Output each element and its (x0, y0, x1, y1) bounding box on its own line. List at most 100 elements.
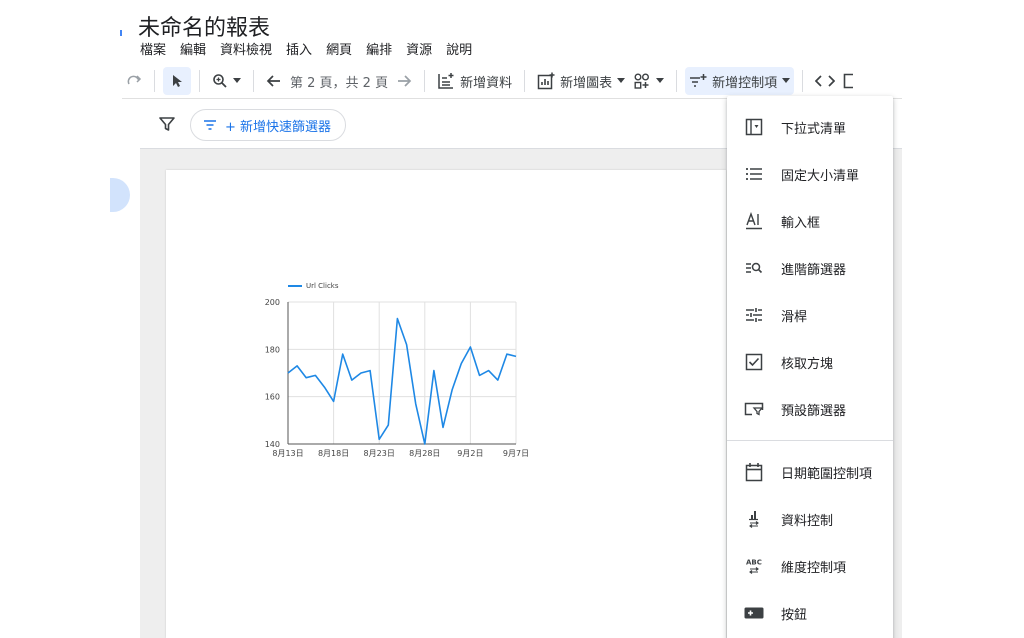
menu-item-label: 輸入框 (781, 215, 821, 231)
toolbar-divider (199, 70, 200, 92)
checkbox-icon (743, 352, 765, 372)
filter-icon[interactable] (158, 115, 176, 133)
menu-item-preset-filter[interactable]: 預設篩選器 (727, 389, 893, 429)
toolbar-divider (676, 70, 678, 92)
menu-help[interactable]: 說明 (446, 39, 472, 58)
embed-code-button[interactable] (811, 67, 839, 95)
add-chart-icon (537, 72, 555, 90)
chevron-down-icon (617, 78, 626, 83)
dimension-control-icon: ABC (743, 556, 765, 576)
next-page-button[interactable] (392, 67, 416, 95)
add-chart-button[interactable]: 新增圖表 (533, 67, 629, 95)
fixed-list-icon (743, 164, 765, 184)
filter-lines-icon (204, 120, 216, 130)
add-data-icon (438, 73, 454, 89)
image-button[interactable] (839, 67, 854, 95)
menu-item-date-range[interactable]: 日期範圍控制項 (727, 452, 893, 492)
toolbar-divider (253, 70, 254, 92)
menu-item-data-control[interactable]: 資料控制 (727, 499, 893, 539)
report-title[interactable]: 未命名的報表 (138, 10, 270, 42)
left-accent-mark (120, 30, 122, 36)
menu-item-dropdown-list[interactable]: 下拉式清單 (727, 107, 893, 147)
advanced-filter-icon (743, 258, 765, 278)
menu-item-label: 維度控制項 (781, 560, 847, 576)
y-tick-label: 160 (265, 393, 280, 402)
page-indicator: 第 2 頁，共 2 頁 (290, 75, 389, 91)
arrow-left-icon (266, 75, 280, 87)
menu-item-label: 進階篩選器 (781, 262, 847, 278)
button-icon (743, 603, 765, 623)
add-data-button[interactable]: 新增資料 (433, 67, 516, 95)
toolbar: 第 2 頁，共 2 頁 新增資料 新增圖表 新增控制項 (122, 64, 902, 98)
y-tick-label: 180 (265, 345, 280, 354)
input-box-icon (743, 211, 765, 231)
add-chart-label: 新增圖表 (560, 75, 613, 91)
toolbar-divider (802, 70, 804, 92)
menu-item-label: 下拉式清單 (781, 121, 847, 137)
menu-item-label: 按鈕 (781, 607, 808, 623)
x-tick-label: 8月13日 (272, 449, 303, 458)
chevron-down-icon (656, 78, 665, 83)
menu-item-checkbox[interactable]: 核取方塊 (727, 342, 893, 382)
cursor-icon (173, 75, 182, 87)
dropdown-list-icon (743, 117, 765, 137)
add-data-label: 新增資料 (460, 75, 513, 91)
menu-item-dimension-control[interactable]: ABC 維度控制項 (727, 546, 893, 586)
arrow-right-icon (398, 75, 412, 87)
menu-item-label: 日期範圍控制項 (781, 466, 873, 482)
add-control-button[interactable]: 新增控制項 (685, 67, 795, 95)
preset-filter-icon (743, 399, 765, 419)
menu-file[interactable]: 檔案 (140, 39, 166, 58)
menu-item-label: 預設篩選器 (781, 403, 847, 419)
zoom-button[interactable] (208, 67, 245, 95)
menu-resource[interactable]: 資源 (406, 39, 432, 58)
y-tick-label: 140 (265, 440, 280, 449)
redo-button[interactable] (122, 67, 146, 95)
x-tick-label: 8月28日 (409, 449, 440, 458)
chart-plot: 140 160 180 200 8月13日 8月18日 8月23日 8月28日 9月2日 9月7日 (265, 298, 529, 458)
toolbar-divider (524, 70, 526, 92)
menu-item-input-box[interactable]: 輸入框 (727, 201, 893, 241)
slider-icon (743, 305, 765, 325)
menu-item-advanced-filter[interactable]: 進階篩選器 (727, 248, 893, 288)
menu-arrange[interactable]: 編排 (366, 39, 392, 58)
community-viz-icon (634, 73, 650, 89)
menu-item-slider[interactable]: 滑桿 (727, 295, 893, 335)
add-quick-filter-button[interactable]: + 新增快速篩選器 (190, 109, 347, 141)
redo-icon (127, 75, 142, 85)
x-tick-label: 8月23日 (364, 449, 395, 458)
data-control-icon (743, 509, 765, 529)
y-tick-label: 200 (265, 298, 280, 307)
calendar-icon (743, 462, 765, 482)
chevron-down-icon (233, 78, 241, 83)
x-tick-label: 8月18日 (318, 449, 349, 458)
x-tick-label: 9月2日 (457, 449, 483, 458)
add-quick-filter-label: + 新增快速篩選器 (225, 119, 332, 135)
add-control-icon (690, 74, 707, 87)
zoom-icon (213, 74, 227, 88)
menu-divider (727, 440, 893, 441)
menu-edit[interactable]: 編輯 (180, 39, 206, 58)
toolbar-divider (154, 70, 155, 92)
menu-item-fixed-list[interactable]: 固定大小清單 (727, 154, 893, 194)
series-line (287, 317, 517, 445)
add-control-menu: 下拉式清單 固定大小清單 輸入框 進階篩選器 滑桿 核取方塊 預設篩選器 日期範… (727, 96, 893, 638)
community-viz-button[interactable] (629, 67, 668, 95)
x-tick-label: 9月7日 (503, 449, 529, 458)
menu-view[interactable]: 資料檢視 (220, 39, 272, 58)
previous-page-button[interactable] (262, 67, 286, 95)
menu-insert[interactable]: 插入 (286, 39, 312, 58)
code-icon (815, 75, 836, 87)
side-panel-tab[interactable] (110, 178, 130, 212)
time-series-chart[interactable]: Url Clicks 140 160 180 200 8月13日 8月18日 8月23日 8月… (258, 278, 538, 463)
image-icon (843, 73, 854, 89)
menu-item-label: 固定大小清單 (781, 168, 860, 184)
menu-item-label: 資料控制 (781, 513, 834, 529)
svg-text:ABC: ABC (746, 559, 762, 567)
menu-bar: 檔案 編輯 資料檢視 插入 網頁 編排 資源 說明 (140, 39, 472, 58)
menu-item-label: 核取方塊 (781, 356, 834, 372)
menu-page[interactable]: 網頁 (326, 39, 352, 58)
select-tool-button[interactable] (163, 67, 191, 95)
add-control-label: 新增控制項 (712, 75, 778, 91)
menu-item-button[interactable]: 按鈕 (727, 593, 893, 633)
